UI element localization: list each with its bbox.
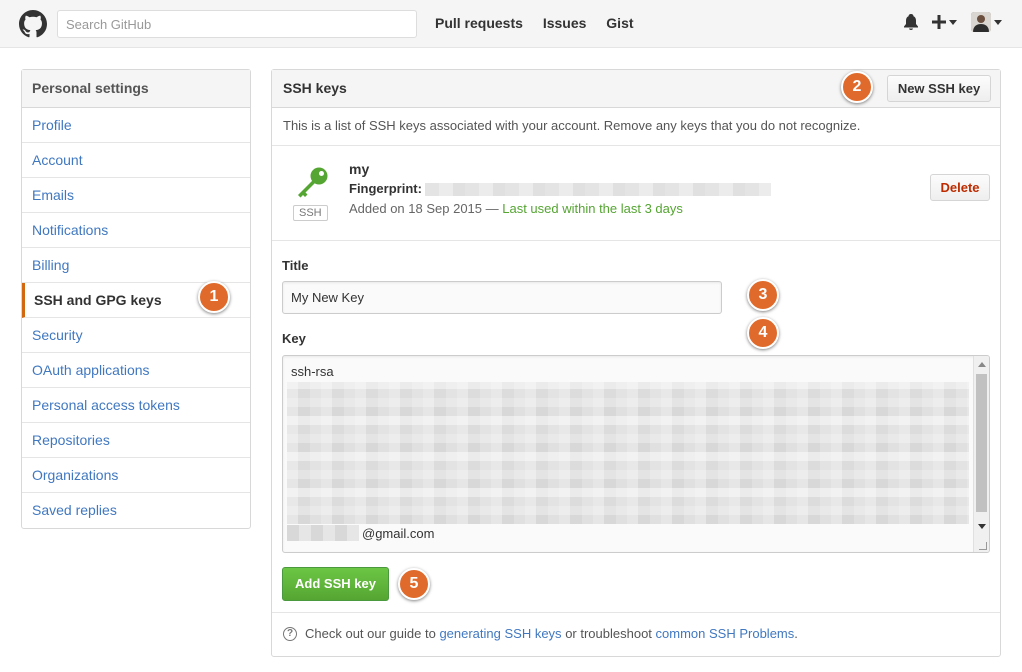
new-key-form: Title Key ssh-rsa @gmail.com Add SSH key bbox=[272, 241, 1000, 613]
key-icon bbox=[298, 167, 328, 198]
sidebar-item-security[interactable]: Security bbox=[22, 318, 250, 353]
nav-pull-requests[interactable]: Pull requests bbox=[435, 15, 523, 31]
generating-ssh-keys-link[interactable]: generating SSH keys bbox=[439, 626, 561, 641]
top-nav: Pull requests Issues Gist bbox=[435, 15, 650, 31]
key-prefix-text: ssh-rsa bbox=[291, 364, 334, 379]
nav-gist[interactable]: Gist bbox=[606, 15, 633, 31]
nav-issues[interactable]: Issues bbox=[543, 15, 587, 31]
chevron-down-icon bbox=[994, 19, 1002, 25]
step-badge-4: 4 bbox=[747, 317, 779, 349]
sidebar-item-account[interactable]: Account bbox=[22, 143, 250, 178]
delete-key-button[interactable]: Delete bbox=[930, 174, 990, 201]
sidebar-item-billing[interactable]: Billing bbox=[22, 248, 250, 283]
fingerprint-label: Fingerprint: bbox=[349, 181, 422, 196]
help-note: ? Check out our guide to generating SSH … bbox=[283, 626, 798, 641]
panel-header: SSH keys New SSH key bbox=[272, 70, 1000, 108]
avatar bbox=[971, 12, 991, 32]
sidebar-title: Personal settings bbox=[22, 70, 250, 108]
top-header: Pull requests Issues Gist bbox=[0, 0, 1022, 48]
ssh-type-label: SSH bbox=[293, 205, 328, 221]
title-label: Title bbox=[282, 258, 309, 273]
last-used-text: Last used within the last 3 days bbox=[502, 201, 683, 216]
page-title: SSH keys bbox=[283, 80, 347, 96]
github-logo-icon[interactable] bbox=[19, 10, 47, 38]
intro-text: This is a list of SSH keys associated wi… bbox=[272, 108, 1000, 146]
sidebar-item-profile[interactable]: Profile bbox=[22, 108, 250, 143]
sidebar-item-repositories[interactable]: Repositories bbox=[22, 423, 250, 458]
help-suffix: . bbox=[794, 626, 798, 641]
scroll-down-arrow-icon[interactable] bbox=[978, 524, 986, 529]
step-badge-1: 1 bbox=[198, 281, 230, 313]
create-new-plus-icon[interactable] bbox=[932, 15, 957, 29]
sidebar-item-oauth-applications[interactable]: OAuth applications bbox=[22, 353, 250, 388]
resize-handle-icon[interactable] bbox=[979, 542, 987, 550]
added-date: Added on 18 Sep 2015 — bbox=[349, 201, 503, 216]
sidebar-item-personal-access-tokens[interactable]: Personal access tokens bbox=[22, 388, 250, 423]
key-body-redacted bbox=[287, 382, 969, 524]
key-title: my bbox=[349, 161, 370, 177]
ssh-key-item: SSH my Fingerprint: Added on 18 Sep 2015… bbox=[272, 146, 1000, 241]
sidebar-item-organizations[interactable]: Organizations bbox=[22, 458, 250, 493]
new-ssh-key-button[interactable]: New SSH key bbox=[887, 75, 991, 102]
sidebar-item-emails[interactable]: Emails bbox=[22, 178, 250, 213]
step-badge-2: 2 bbox=[841, 71, 873, 103]
chevron-down-icon bbox=[949, 19, 957, 25]
add-ssh-key-button[interactable]: Add SSH key bbox=[282, 567, 389, 601]
notifications-bell-icon[interactable] bbox=[904, 14, 918, 30]
sidebar-item-notifications[interactable]: Notifications bbox=[22, 213, 250, 248]
header-actions bbox=[890, 12, 1002, 32]
sidebar-item-saved-replies[interactable]: Saved replies bbox=[22, 493, 250, 528]
question-icon: ? bbox=[283, 626, 297, 641]
user-menu[interactable] bbox=[971, 12, 1002, 32]
key-added-info: Added on 18 Sep 2015 — Last used within … bbox=[349, 201, 683, 216]
email-user-redacted bbox=[287, 525, 359, 541]
step-badge-5: 5 bbox=[398, 568, 430, 600]
help-middle: or troubleshoot bbox=[565, 626, 652, 641]
scroll-up-arrow-icon[interactable] bbox=[978, 362, 986, 367]
common-ssh-problems-link[interactable]: common SSH Problems bbox=[656, 626, 795, 641]
title-input[interactable] bbox=[282, 281, 722, 314]
search-input[interactable] bbox=[57, 10, 417, 38]
help-prefix: Check out our guide to bbox=[305, 626, 436, 641]
key-label: Key bbox=[282, 331, 306, 346]
scrollbar-thumb[interactable] bbox=[976, 374, 987, 512]
ssh-keys-panel: SSH keys New SSH key This is a list of S… bbox=[271, 69, 1001, 657]
fingerprint-redacted bbox=[425, 183, 771, 196]
key-textarea[interactable]: ssh-rsa @gmail.com bbox=[282, 355, 990, 553]
step-badge-3: 3 bbox=[747, 279, 779, 311]
key-email-suffix: @gmail.com bbox=[362, 526, 435, 541]
textarea-scrollbar[interactable] bbox=[973, 356, 989, 552]
